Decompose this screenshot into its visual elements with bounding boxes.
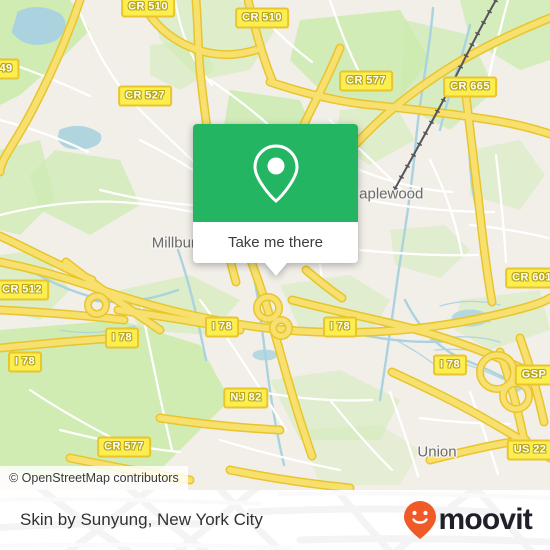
- route-shield: NJ 82: [223, 387, 269, 409]
- route-shield: CR 601: [505, 267, 550, 289]
- map-pin-icon: [252, 144, 299, 203]
- route-shield: I 78: [433, 354, 467, 376]
- screenshot-root: CR 510 CR 510 49 CR 527 CR 577 CR 665 CR…: [0, 0, 550, 550]
- popup-icon-area: [193, 124, 358, 222]
- route-shield: CR 512: [0, 279, 49, 301]
- route-shield: US 22: [506, 439, 550, 461]
- moovit-logo[interactable]: moovit: [403, 500, 533, 540]
- attribution-text: © OpenStreetMap contributors: [9, 471, 179, 485]
- route-shield: CR 510: [235, 7, 289, 29]
- take-me-there-popup[interactable]: Take me there: [193, 124, 358, 276]
- route-shield: GSP: [514, 364, 550, 386]
- location-title: Skin by Sunyung, New York City: [20, 510, 263, 529]
- footer-content: Skin by Sunyung, New York City moovit: [0, 490, 550, 550]
- route-shield: CR 577: [339, 70, 393, 92]
- route-shield: I 78: [205, 316, 239, 338]
- route-shield: CR 527: [118, 85, 172, 107]
- place-label-maplewood: Maplewood: [346, 185, 424, 203]
- route-shield: I 78: [105, 327, 139, 349]
- route-shield: CR 510: [121, 0, 175, 18]
- route-shield: CR 577: [97, 436, 151, 458]
- route-shield: 49: [0, 58, 20, 80]
- route-shield: I 78: [323, 316, 357, 338]
- route-shield: I 78: [8, 351, 42, 373]
- take-me-there-label: Take me there: [227, 234, 324, 251]
- map-canvas[interactable]: CR 510 CR 510 49 CR 527 CR 577 CR 665 CR…: [0, 0, 550, 490]
- route-shield: CR 665: [443, 76, 497, 98]
- footer-bar: Skin by Sunyung, New York City moovit: [0, 490, 550, 550]
- take-me-there-button[interactable]: Take me there: [193, 222, 358, 263]
- moovit-wordmark: moovit: [438, 503, 532, 536]
- popup-pointer-tail: [264, 263, 287, 276]
- place-label-union: Union: [417, 443, 457, 461]
- map-attribution[interactable]: © OpenStreetMap contributors: [0, 466, 188, 490]
- moovit-pin-smile-icon: [404, 501, 437, 539]
